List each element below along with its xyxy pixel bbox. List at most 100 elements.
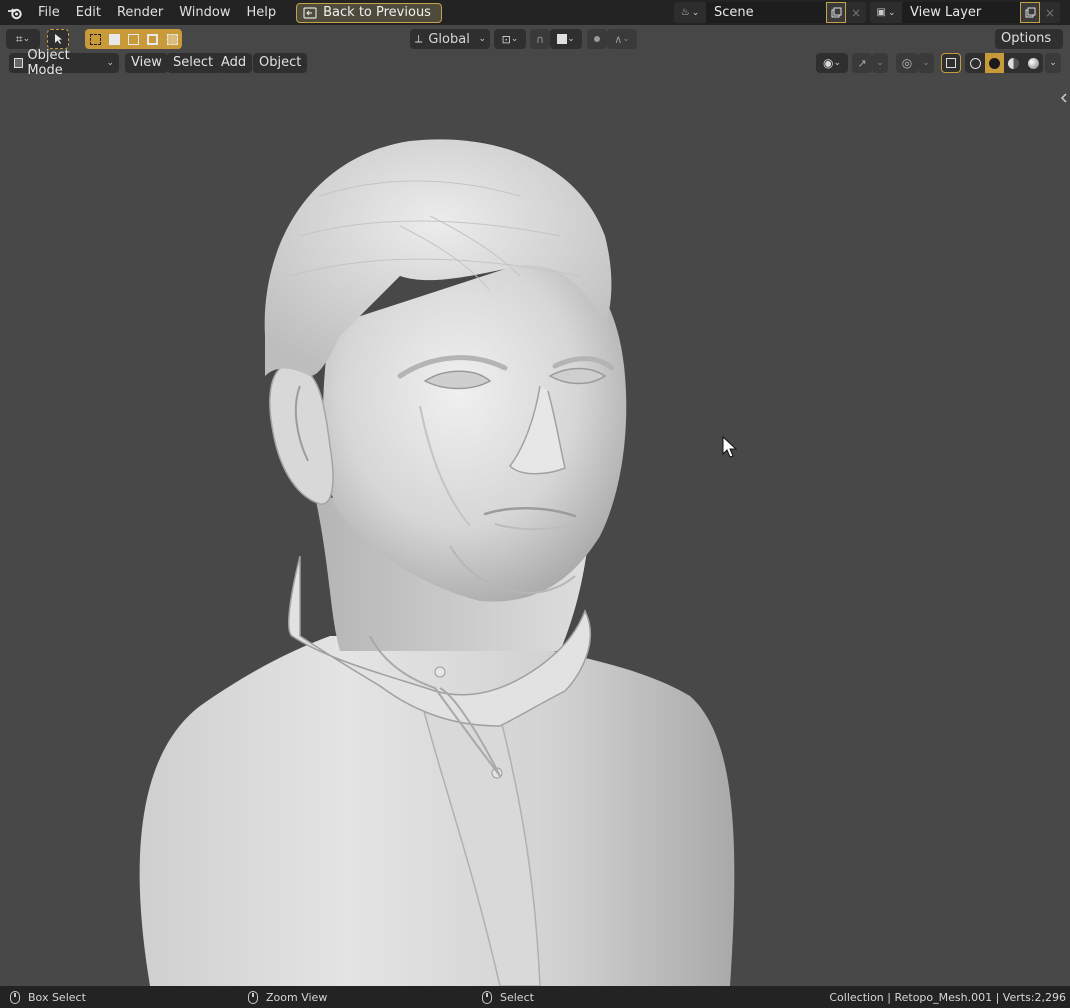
back-to-previous-button[interactable]: Back to Previous [296,2,442,23]
wireframe-sphere-icon [969,57,981,69]
copy-icon [1025,7,1035,18]
proportional-edit-icon [594,36,600,42]
overlays-toggle[interactable]: ◎ [896,53,918,73]
chevron-down-icon: ⌄ [510,34,519,44]
select-tool-button[interactable] [47,29,69,49]
select-intersect-icon [166,33,178,45]
chevron-down-icon: ⌄ [567,34,575,44]
scene-type-dropdown[interactable]: ♨ ⌄ [674,2,706,23]
3d-viewport[interactable] [0,76,1070,986]
tool-header: ⌗⌄ ⟂ Global ⌄ ⊡⌄ ∩ ⌄ ∧⌄ Options ⌄ [0,27,1070,65]
editor-type-dropdown[interactable]: ⌗ ⌄ [6,29,40,49]
proportional-falloff-dropdown[interactable]: ∧ ⌄ [607,29,637,49]
chevron-down-icon: ⌄ [1049,58,1057,68]
chevron-down-icon: ⌄ [922,58,930,68]
sidebar-toggle-icon[interactable] [1060,93,1067,103]
pivot-icon: ⊡ [501,32,511,46]
copy-icon [831,7,841,18]
sculpted-bust-model[interactable] [0,76,1070,986]
snap-toggle-button[interactable]: ∩ [530,29,550,49]
snap-target-dropdown[interactable]: ⌄ [550,29,582,49]
gizmo-toggle[interactable]: ↗ [852,53,872,73]
menu-object[interactable]: Object [253,53,308,73]
select-mode-intersect-button[interactable] [162,29,182,49]
gizmo-dropdown[interactable]: ⌄ [872,53,888,73]
status-select: Select [500,990,534,1004]
select-new-icon [89,33,101,45]
chevron-down-icon: ⌄ [622,34,630,44]
menu-help[interactable]: Help [239,2,285,24]
object-mode-dropdown[interactable]: Object Mode ⌄ [9,48,119,78]
options-dropdown[interactable]: Options ⌄ [995,29,1063,65]
chevron-down-icon: ⌄ [691,7,700,18]
mouse-left-click-icon [10,990,20,1004]
proportional-edit-toggle[interactable] [587,29,607,49]
eye-icon: ◉ [822,56,834,70]
menu-view[interactable]: View [125,53,168,73]
mouse-pointer-icon [722,435,738,458]
status-bar: Box Select Zoom View Select Collection |… [0,986,1070,1008]
select-mode-new-button[interactable] [85,29,105,49]
xray-icon [946,58,956,68]
view-layer-type-dropdown[interactable]: ▣ ⌄ [870,2,902,23]
overlays-icon: ◎ [901,56,913,70]
menu-add[interactable]: Add [215,53,253,73]
select-mode-extend-button[interactable] [105,29,124,49]
object-mode-label: Object Mode [27,48,70,78]
select-mode-subtract-button[interactable] [124,29,143,49]
pivot-point-dropdown[interactable]: ⊡ ⌄ [494,29,526,49]
scene-name-field[interactable]: Scene [706,2,826,23]
gizmo-icon: ↗ [857,56,867,70]
shading-solid-button[interactable] [985,53,1004,73]
torso-mesh [139,636,735,986]
scene-close-button[interactable]: × [846,2,866,23]
scene-statistics: Collection | Retopo_Mesh.001 | Verts:2,2… [829,990,1066,1004]
select-mode-invert-button[interactable] [143,29,162,49]
shading-rendered-button[interactable] [1023,53,1043,73]
solid-sphere-icon [989,57,1000,69]
chevron-down-icon: ⌄ [833,58,842,68]
mouse-middle-click-icon [248,990,258,1004]
cursor-arrow-icon [55,34,62,44]
back-to-previous-label: Back to Previous [323,5,431,20]
mouse-right-click-icon [482,990,492,1004]
chevron-down-icon: ⌄ [106,58,114,68]
status-right-action: Select [482,990,534,1004]
viewport-header: Object Mode ⌄ View Select Add Object ◉ ⌄ … [0,48,1070,78]
view-layer-copy-button[interactable] [1020,2,1040,23]
object-mode-icon [14,58,24,68]
select-invert-icon [147,33,158,45]
chevron-down-icon: ⌄ [22,34,31,44]
shading-wireframe-button[interactable] [965,53,985,73]
collar-button-mesh [434,666,446,678]
transform-orientation-dropdown[interactable]: ⟂ Global ⌄ [410,29,490,49]
menu-window[interactable]: Window [171,2,238,24]
visibility-dropdown[interactable]: ◉ ⌄ [816,53,848,73]
chevron-down-icon: ⌄ [478,34,486,44]
menu-select[interactable]: Select [167,53,220,73]
xray-toggle[interactable] [941,53,961,73]
scene-copy-button[interactable] [826,2,846,23]
status-middle-action: Zoom View [248,990,328,1004]
orientation-icon: ⟂ [415,32,423,45]
view-layer-close-button[interactable]: × [1040,2,1060,23]
status-scene-info: Collection | Retopo_Mesh.001 | Verts:2,2… [829,991,1066,1004]
select-extend-icon [109,33,120,45]
magnet-icon: ∩ [535,32,545,46]
overlays-dropdown[interactable]: ⌄ [918,53,934,73]
shading-material-button[interactable] [1004,53,1023,73]
select-subtract-icon [128,33,139,45]
viewport-editor-icon: ⌗ [15,31,23,46]
status-zoom-view: Zoom View [266,990,328,1004]
blender-logo-icon[interactable] [0,0,30,25]
snap-increment-icon [557,34,568,44]
view-layer-icon: ▣ [876,7,886,18]
menu-edit[interactable]: Edit [68,2,109,24]
menu-render[interactable]: Render [109,2,171,24]
view-layer-selector: ▣ ⌄ View Layer × [870,2,1060,23]
shading-options-dropdown[interactable]: ⌄ [1045,53,1061,73]
view-layer-name-field[interactable]: View Layer [902,2,1020,23]
menu-file[interactable]: File [30,2,68,24]
material-sphere-icon [1008,57,1019,69]
top-menu-bar: File Edit Render Window Help Back to Pre… [0,0,1070,25]
